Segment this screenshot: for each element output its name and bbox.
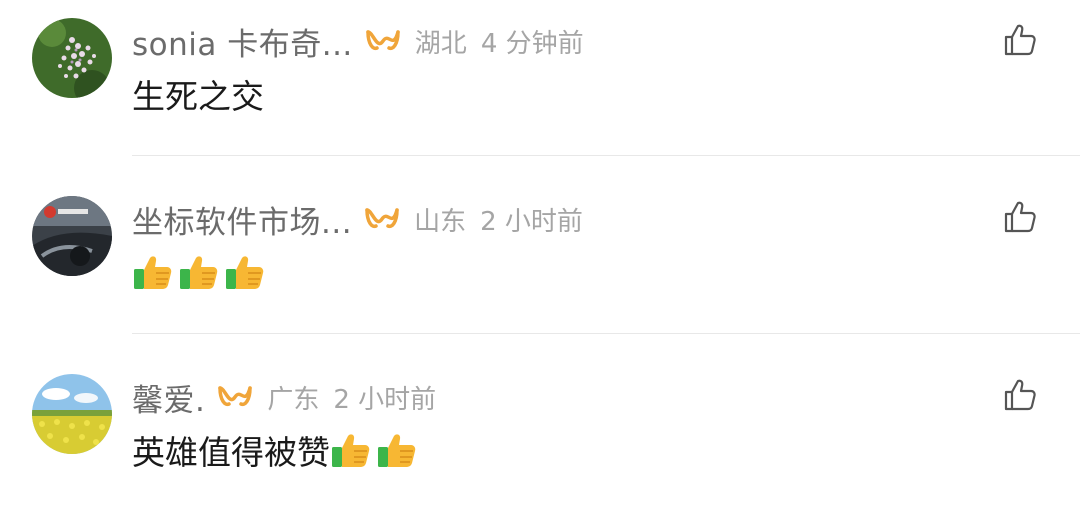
vip-wave-badge-icon bbox=[217, 384, 253, 410]
thumbs-up-emoji-icon bbox=[178, 253, 220, 291]
comment-text-content: 生死之交 bbox=[132, 77, 264, 116]
thumbs-up-outline-icon[interactable] bbox=[1002, 377, 1038, 413]
username[interactable]: 馨爱. bbox=[132, 375, 205, 420]
comment-text: 英雄值得被赞 bbox=[132, 426, 422, 474]
thumbs-up-emoji-icon bbox=[132, 253, 174, 291]
location: 广东 bbox=[267, 384, 320, 415]
comment-text: 生死之交 bbox=[132, 70, 264, 118]
user-avatar[interactable] bbox=[32, 196, 112, 276]
username[interactable]: sonia 卡布奇... bbox=[132, 19, 353, 64]
divider bbox=[132, 333, 1080, 334]
emoji-group bbox=[330, 431, 422, 469]
comment-meta: sonia 卡布奇... 湖北 4 分钟前 bbox=[132, 19, 584, 63]
vip-wave-badge-icon bbox=[365, 28, 401, 54]
comment-meta: 馨爱. 广东 2 小时前 bbox=[132, 375, 436, 419]
comment-text bbox=[132, 248, 270, 296]
user-avatar[interactable] bbox=[32, 18, 112, 98]
thumbs-up-emoji-icon bbox=[224, 253, 266, 291]
timestamp: 2 小时前 bbox=[333, 384, 437, 415]
comment-meta: 坐标软件市场... 山东 2 小时前 bbox=[132, 197, 583, 241]
thumbs-up-emoji-icon bbox=[330, 431, 372, 469]
user-avatar[interactable] bbox=[32, 374, 112, 454]
timestamp: 2 小时前 bbox=[480, 206, 583, 237]
divider bbox=[132, 155, 1080, 156]
emoji-group bbox=[132, 253, 270, 291]
comment-text-content: 英雄值得被赞 bbox=[132, 433, 330, 472]
location: 山东 bbox=[414, 206, 467, 237]
timestamp: 4 分钟前 bbox=[480, 28, 584, 59]
location: 湖北 bbox=[414, 28, 467, 59]
thumbs-up-outline-icon[interactable] bbox=[1002, 199, 1038, 235]
username[interactable]: 坐标软件市场... bbox=[132, 197, 352, 242]
thumbs-up-emoji-icon bbox=[376, 431, 418, 469]
thumbs-up-outline-icon[interactable] bbox=[1002, 22, 1038, 58]
vip-wave-badge-icon bbox=[364, 206, 400, 232]
